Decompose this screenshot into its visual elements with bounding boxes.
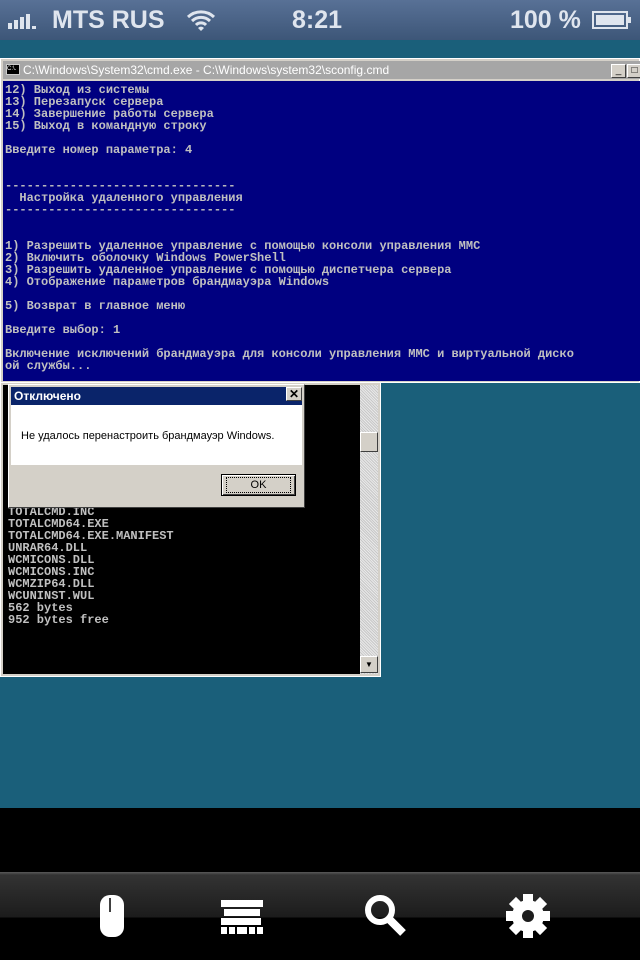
console-line: Введите выбор: 1 xyxy=(5,323,121,337)
bottom-toolbar xyxy=(0,872,640,960)
search-icon[interactable] xyxy=(362,892,410,940)
blank-area xyxy=(0,808,640,872)
gear-icon[interactable] xyxy=(504,892,552,940)
error-dialog: Отключено ✕ Не удалось перенастроить бра… xyxy=(8,384,305,508)
battery-icon xyxy=(592,11,631,29)
carrier: MTS RUS xyxy=(52,6,165,34)
signal-icon xyxy=(8,14,36,29)
scrollbar[interactable]: ▼ xyxy=(360,385,378,674)
dialog-title: Отключено xyxy=(11,387,302,405)
status-bar: MTS RUS 8:21 100 % xyxy=(0,0,640,40)
window-title: C:\Windows\System32\cmd.exe - C:\Windows… xyxy=(23,63,390,77)
title-bar[interactable]: C:\. C:\Windows\System32\cmd.exe - C:\Wi… xyxy=(3,61,640,79)
maximize-button[interactable]: □ xyxy=(627,64,640,78)
cmd-icon: C:\. xyxy=(6,64,20,75)
keyboard-icon[interactable] xyxy=(218,892,266,940)
wifi-icon xyxy=(186,10,216,31)
console-line: ой службы... xyxy=(5,359,92,373)
console-line: 15) Выход в командную строку xyxy=(5,119,207,133)
battery-percent: 100 % xyxy=(510,6,581,34)
minimize-button[interactable]: _ xyxy=(611,64,626,78)
console-line: 4) Отображение параметров брандмауэра Wi… xyxy=(5,275,330,289)
dialog-message: Не удалось перенастроить брандмауэр Wind… xyxy=(11,405,302,465)
console-line: -------------------------------- xyxy=(5,203,236,217)
ok-button[interactable]: OK xyxy=(221,474,296,496)
console-output[interactable]: 12) Выход из системы 13) Перезапуск серве… xyxy=(3,81,640,381)
cmd-window[interactable]: C:\. C:\Windows\System32\cmd.exe - C:\Wi… xyxy=(0,58,640,383)
console-line: 5) Возврат в главное меню xyxy=(5,299,186,313)
console-line: 952 bytes free xyxy=(8,613,109,627)
console-line: Введите номер параметра: 4 xyxy=(5,143,193,157)
close-button[interactable]: ✕ xyxy=(286,387,302,401)
console-line: Включение исключений брандмауэра для кон… xyxy=(5,347,574,361)
scrollbar-thumb[interactable] xyxy=(360,432,378,452)
mouse-icon[interactable] xyxy=(88,892,136,940)
scroll-down-button[interactable]: ▼ xyxy=(360,656,378,673)
clock: 8:21 xyxy=(292,6,343,34)
